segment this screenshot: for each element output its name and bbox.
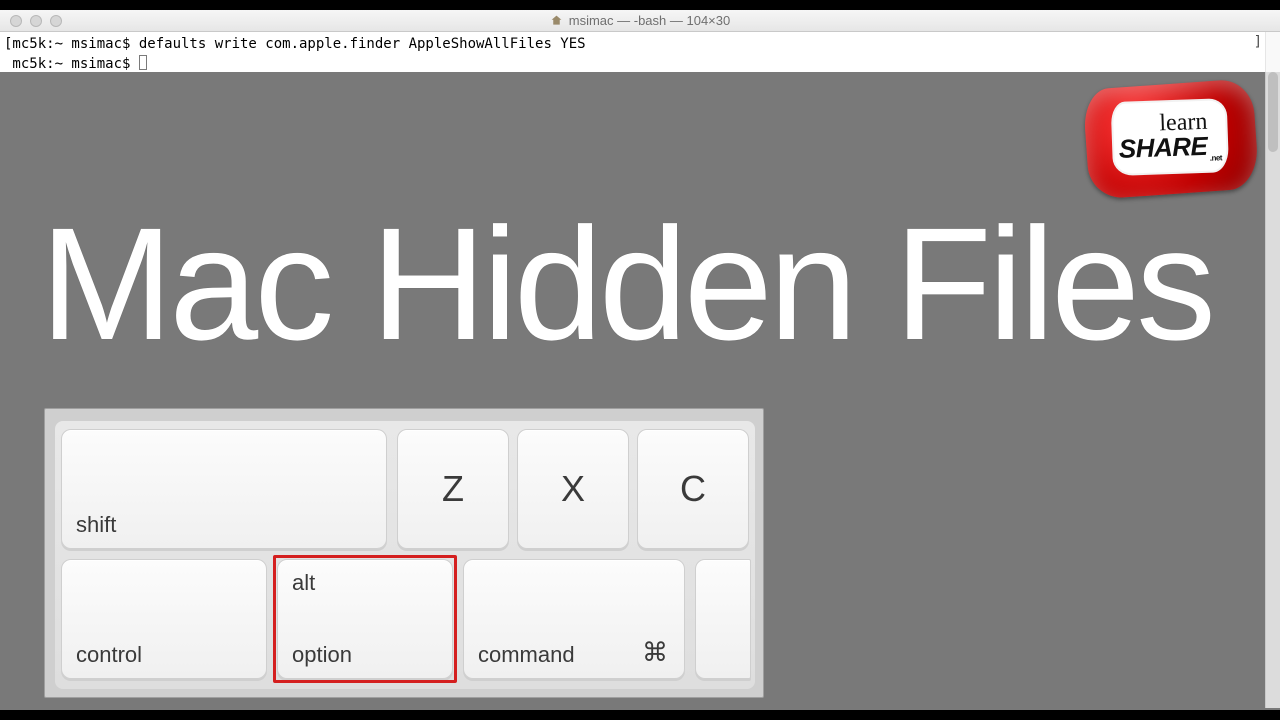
window-title: msimac — -bash — 104×30 — [0, 13, 1280, 28]
command-symbol-icon: ⌘ — [642, 637, 668, 668]
window-traffic-lights — [10, 15, 62, 27]
key-shift-label: shift — [76, 512, 116, 538]
headline-text: Mac Hidden Files — [40, 192, 1212, 376]
terminal-scrollbar-lower[interactable] — [1265, 72, 1280, 708]
key-control-label: control — [76, 642, 142, 668]
key-option-label: option — [292, 642, 352, 668]
keyboard-grid: shift Z X C control alt option — [55, 421, 755, 689]
key-c[interactable]: C — [637, 429, 749, 549]
keyboard-panel: shift Z X C control alt option — [44, 408, 764, 698]
key-c-label: C — [638, 468, 748, 510]
terminal-text: [mc5k:~ msimac$ defaults write com.apple… — [0, 32, 1280, 74]
key-x-label: X — [518, 468, 628, 510]
prompt-line1: [mc5k:~ msimac$ — [4, 36, 139, 52]
stage: msimac — -bash — 104×30 [mc5k:~ msimac$ … — [0, 10, 1280, 710]
key-x[interactable]: X — [517, 429, 629, 549]
logo-blob: learn SHARE.net — [1082, 78, 1259, 200]
letterbox-bottom — [0, 710, 1280, 720]
learnshare-logo: learn SHARE.net — [1086, 84, 1256, 194]
close-button[interactable] — [10, 15, 22, 27]
logo-text-share: SHARE.net — [1118, 133, 1222, 165]
overlay-background: learn SHARE.net Mac Hidden Files shift Z… — [0, 72, 1280, 710]
terminal-bracket-icon: ] — [1254, 34, 1262, 50]
key-control[interactable]: control — [61, 559, 267, 679]
window-title-text: msimac — -bash — 104×30 — [569, 13, 730, 28]
key-option[interactable]: alt option — [277, 559, 453, 679]
terminal-area[interactable]: [mc5k:~ msimac$ defaults write com.apple… — [0, 32, 1280, 72]
scrollbar-thumb[interactable] — [1268, 72, 1278, 152]
key-command-label: command — [478, 642, 575, 668]
key-command[interactable]: command ⌘ — [463, 559, 685, 679]
minimize-button[interactable] — [30, 15, 42, 27]
key-partial-right[interactable] — [695, 559, 751, 679]
letterbox-top — [0, 0, 1280, 10]
prompt-line2: mc5k:~ msimac$ — [4, 56, 139, 72]
command-line1: defaults write com.apple.finder AppleSho… — [139, 36, 586, 52]
key-alt-label: alt — [292, 570, 315, 596]
key-z[interactable]: Z — [397, 429, 509, 549]
terminal-scrollbar[interactable] — [1265, 32, 1280, 72]
zoom-button[interactable] — [50, 15, 62, 27]
key-shift[interactable]: shift — [61, 429, 387, 549]
window-titlebar: msimac — -bash — 104×30 — [0, 10, 1280, 32]
home-icon — [550, 14, 563, 27]
key-z-label: Z — [398, 468, 508, 510]
logo-inner: learn SHARE.net — [1111, 98, 1230, 176]
cursor — [139, 55, 147, 70]
